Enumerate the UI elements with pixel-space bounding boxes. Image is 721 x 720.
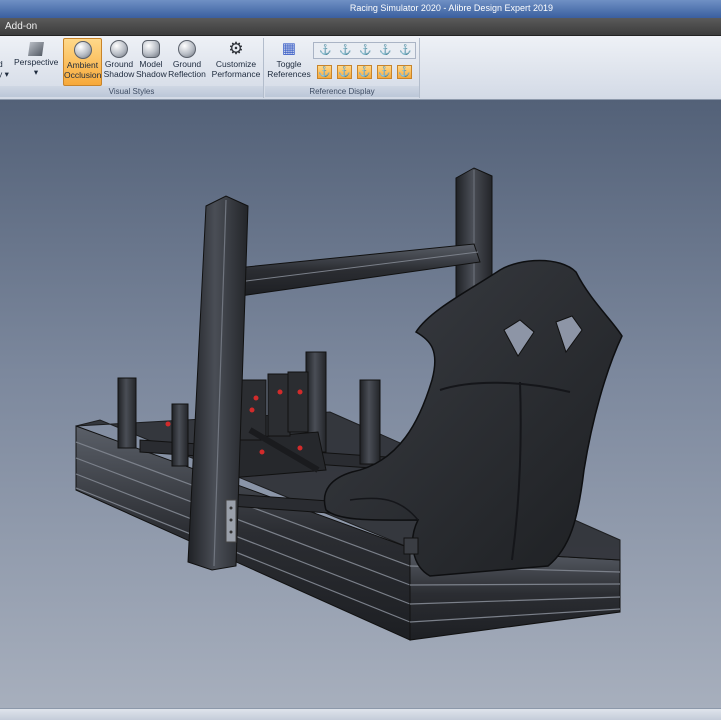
toggle-references-button[interactable]: ▦ Toggle References — [267, 38, 311, 86]
perspective-cube-icon — [28, 42, 44, 56]
visual-styles-group: d y ▾ Perspective ▾ Ambient Occlusion Gr… — [0, 38, 264, 98]
ground-reflection-button[interactable]: Ground Reflection — [167, 38, 207, 86]
model-shadow-button[interactable]: Model Shadow — [136, 38, 167, 86]
model-shadow-icon — [142, 40, 160, 58]
reference-point-icon[interactable]: ⚓ — [318, 44, 333, 58]
show-axes-icon[interactable]: ⚓ — [337, 65, 352, 79]
status-bar — [0, 708, 721, 720]
reference-plane-icon[interactable]: ⚓ — [358, 44, 373, 58]
reference-sketch-icon[interactable]: ⚓ — [378, 44, 393, 58]
reference-csys-icon[interactable]: ⚓ — [398, 44, 413, 58]
title-bar: Racing Simulator 2020 - Alibre Design Ex… — [0, 0, 721, 18]
reference-display-label: Reference Display — [265, 86, 419, 97]
reference-row-1: ⚓ ⚓ ⚓ ⚓ ⚓ — [313, 42, 416, 59]
show-points-icon[interactable]: ⚓ — [317, 65, 332, 79]
ground-shadow-button[interactable]: Ground Shadow — [103, 38, 135, 86]
racing-rig-model[interactable] — [0, 100, 721, 708]
ribbon-toolbar: d y ▾ Perspective ▾ Ambient Occlusion Gr… — [0, 36, 721, 100]
3d-viewport[interactable] — [0, 100, 721, 708]
gear-icon: ⚙ — [228, 39, 244, 58]
ribbon-tab-row: Add-on — [0, 18, 721, 36]
sphere-reflection-icon — [178, 40, 196, 58]
top-crossbar[interactable] — [235, 243, 481, 297]
customize-performance-button[interactable]: ⚙ Customize Performance — [210, 38, 262, 86]
sphere-shadow-icon — [110, 40, 128, 58]
sphere-icon — [73, 41, 92, 59]
ambient-occlusion-button[interactable]: Ambient Occlusion — [63, 38, 102, 86]
show-csys-icon[interactable]: ⚓ — [397, 65, 412, 79]
window-title: Racing Simulator 2020 - Alibre Design Ex… — [349, 3, 553, 13]
show-planes-icon[interactable]: ⚓ — [357, 65, 372, 79]
reference-row-2: ⚓ ⚓ ⚓ ⚓ ⚓ — [313, 64, 416, 81]
reference-axis-icon[interactable]: ⚓ — [338, 44, 353, 58]
reference-planes-icon: ▦ — [281, 40, 297, 57]
show-sketches-icon[interactable]: ⚓ — [377, 65, 392, 79]
display-button[interactable]: d y ▾ — [0, 38, 12, 86]
alibre-design-window: Racing Simulator 2020 - Alibre Design Ex… — [0, 0, 721, 720]
visual-styles-label: Visual Styles — [0, 86, 263, 97]
perspective-button[interactable]: Perspective ▾ — [14, 38, 58, 86]
reference-display-group: ▦ Toggle References ⚓ ⚓ ⚓ ⚓ ⚓ ⚓ ⚓ ⚓ ⚓ ⚓ … — [265, 38, 420, 98]
tab-add-on[interactable]: Add-on — [5, 21, 37, 32]
